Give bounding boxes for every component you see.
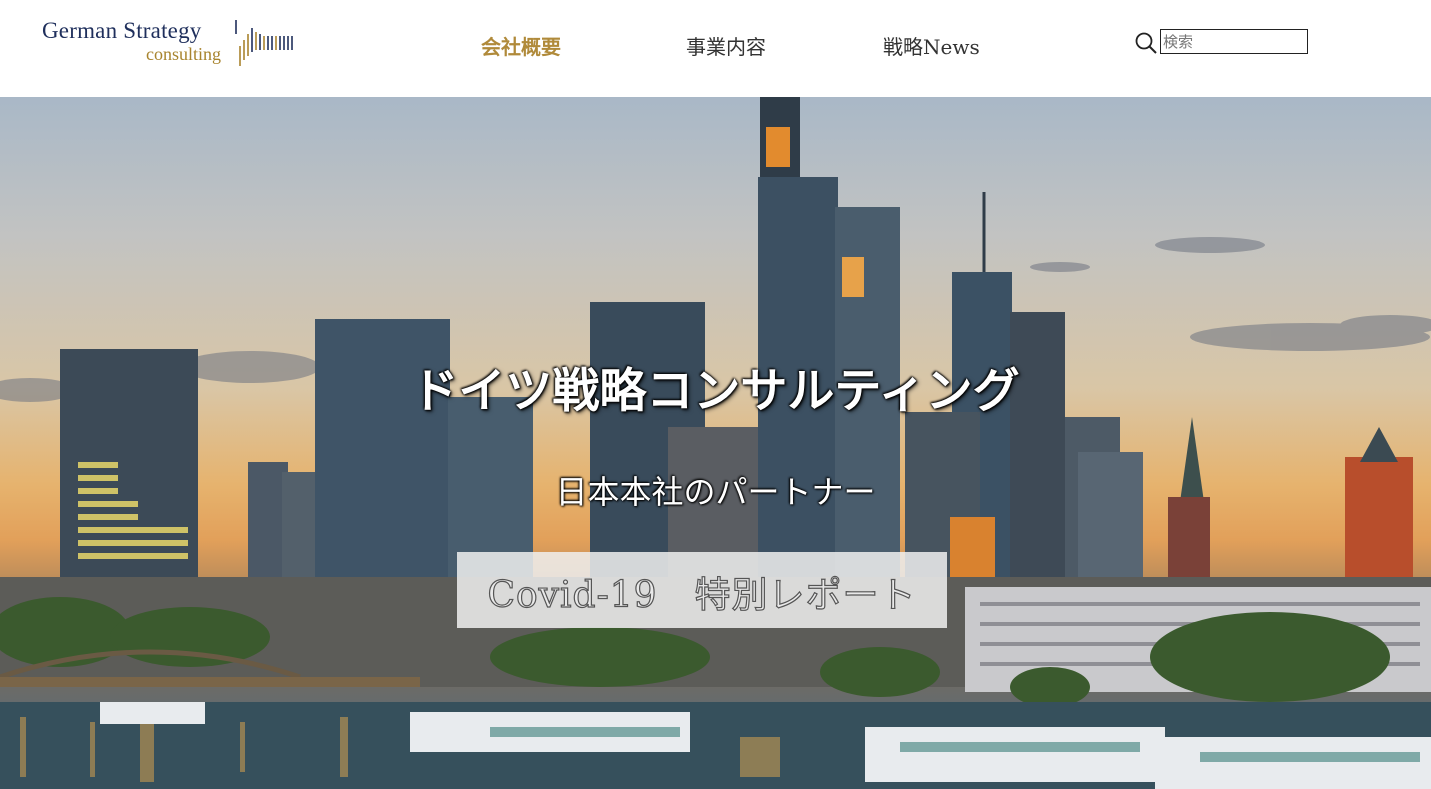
hero-subtitle: 日本本社のパートナー (555, 473, 876, 511)
covid-report-label: Covid-19 特別レポート (487, 574, 917, 616)
hero-title: ドイツ戦略コンサルティング (411, 364, 1020, 419)
nav-item-services[interactable]: 事業内容 (686, 31, 766, 60)
nav-item-news[interactable]: 戦略News (883, 31, 980, 60)
search-input[interactable] (1160, 29, 1308, 54)
site-header: German Strategy consulting 会社概要 事業内容 戦略N… (0, 0, 1431, 97)
nav-item-company[interactable]: 会社概要 (481, 31, 561, 60)
covid-report-button[interactable]: Covid-19 特別レポート (457, 552, 947, 628)
city-skyline-image (0, 97, 1431, 789)
hero-banner: ドイツ戦略コンサルティング 日本本社のパートナー Covid-19 特別レポート (0, 97, 1431, 789)
search-icon[interactable] (1134, 31, 1158, 55)
